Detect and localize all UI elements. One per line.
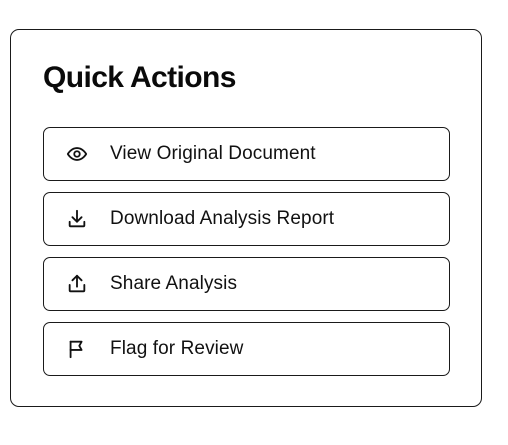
flag-icon: [66, 338, 88, 360]
action-label: Download Analysis Report: [110, 208, 335, 229]
action-label: Share Analysis: [110, 273, 238, 294]
share-analysis-button[interactable]: Share Analysis: [43, 257, 450, 311]
action-label: View Original Document: [110, 143, 316, 164]
quick-actions-card: Quick Actions View Original Document Dow…: [10, 29, 482, 407]
share-icon: [66, 273, 88, 295]
card-title: Quick Actions: [43, 61, 236, 94]
eye-icon: [66, 143, 88, 165]
action-label: Flag for Review: [110, 338, 244, 359]
quick-actions-list: View Original Document Download Analysis…: [43, 127, 450, 387]
view-original-document-button[interactable]: View Original Document: [43, 127, 450, 181]
download-icon: [66, 208, 88, 230]
flag-for-review-button[interactable]: Flag for Review: [43, 322, 450, 376]
download-analysis-report-button[interactable]: Download Analysis Report: [43, 192, 450, 246]
